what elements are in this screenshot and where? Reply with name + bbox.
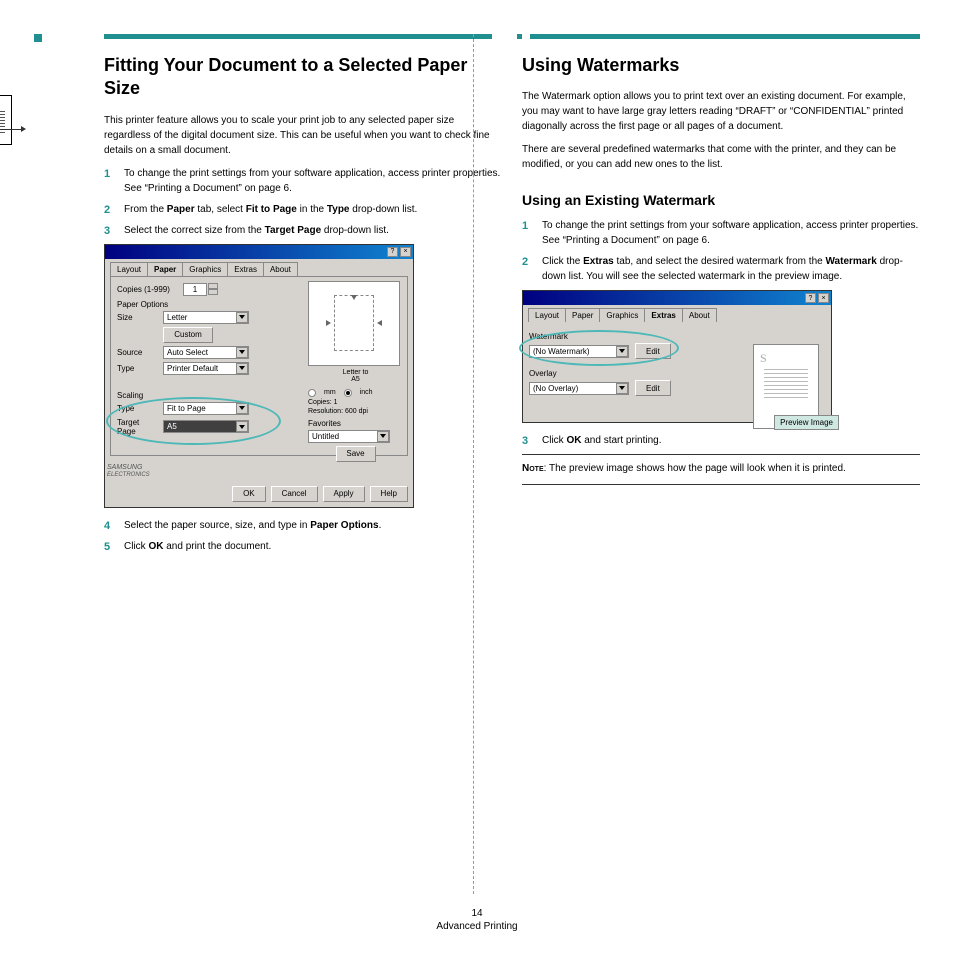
note-block: Note: The preview image shows how the pa… [522, 454, 920, 485]
printer-properties-dialog: ? × Layout Paper Graphics Extras About C… [104, 244, 414, 508]
help-icon[interactable]: ? [387, 247, 398, 257]
watermark-group: Watermark [529, 332, 825, 341]
type-select[interactable]: Printer Default [163, 362, 249, 375]
mm-radio[interactable] [308, 389, 316, 397]
steps-1-3: To change the print settings from your s… [104, 166, 502, 238]
tab2-about[interactable]: About [682, 308, 717, 322]
tab-about[interactable]: About [263, 262, 298, 276]
tab2-graphics[interactable]: Graphics [599, 308, 645, 322]
overlay-edit-button[interactable]: Edit [635, 380, 671, 396]
preview-image-callout: Preview Image [774, 415, 839, 430]
size-label: Size [117, 313, 157, 322]
source-label: Source [117, 348, 157, 357]
inch-radio[interactable] [344, 389, 352, 397]
footer: 14 Advanced Printing [0, 908, 954, 934]
target-page-select[interactable]: A5 [163, 420, 249, 433]
close-icon[interactable]: × [400, 247, 411, 257]
subheading-existing-watermark: Using an Existing Watermark [522, 192, 920, 208]
watermark-step-3: Click OK and start printing. [522, 433, 920, 448]
type-label: Type [117, 364, 157, 373]
tab-graphics[interactable]: Graphics [182, 262, 228, 276]
watermark-para2: There are several predefined watermarks … [522, 142, 920, 172]
tab-extras[interactable]: Extras [227, 262, 264, 276]
watermark-steps-1-2: To change the print settings from your s… [522, 218, 920, 284]
help-icon-2[interactable]: ? [805, 293, 816, 303]
tab-layout[interactable]: Layout [110, 262, 148, 276]
target-page-label: Target Page [117, 418, 157, 436]
watermark-select[interactable]: (No Watermark) [529, 345, 629, 358]
favorites-select[interactable]: Untitled [308, 430, 390, 443]
intro-para: This printer feature allows you to scale… [104, 113, 502, 158]
ok-button[interactable]: OK [232, 486, 266, 502]
scaling-type-select[interactable]: Fit to Page [163, 402, 249, 415]
tab-paper[interactable]: Paper [147, 262, 183, 276]
steps-4-5: Select the paper source, size, and type … [104, 518, 502, 554]
apply-button[interactable]: Apply [323, 486, 365, 502]
fit-to-page-icon: A [0, 95, 12, 145]
watermark-para1: The Watermark option allows you to print… [522, 89, 920, 134]
save-button[interactable]: Save [336, 446, 376, 462]
heading-watermarks: Using Watermarks [522, 54, 920, 77]
preview-sheet [308, 281, 400, 366]
tab2-extras[interactable]: Extras [644, 308, 682, 322]
watermark-edit-button[interactable]: Edit [635, 343, 671, 359]
scaling-type-label: Type [117, 404, 157, 413]
copies-spinner[interactable] [183, 283, 218, 296]
tab2-paper[interactable]: Paper [565, 308, 600, 322]
tab-row: Layout Paper Graphics Extras About [105, 259, 413, 276]
help-button[interactable]: Help [370, 486, 408, 502]
size-select[interactable]: Letter [163, 311, 249, 324]
extras-dialog: ? × Layout Paper Graphics Extras About W… [522, 290, 832, 423]
copies-label: Copies (1-999) [117, 285, 177, 294]
close-icon-2[interactable]: × [818, 293, 829, 303]
cancel-button[interactable]: Cancel [271, 486, 318, 502]
custom-button[interactable]: Custom [163, 327, 213, 343]
heading-fit-to-page: Fitting Your Document to a Selected Pape… [104, 54, 502, 101]
source-select[interactable]: Auto Select [163, 346, 249, 359]
overlay-select[interactable]: (No Overlay) [529, 382, 629, 395]
tab2-layout[interactable]: Layout [528, 308, 566, 322]
